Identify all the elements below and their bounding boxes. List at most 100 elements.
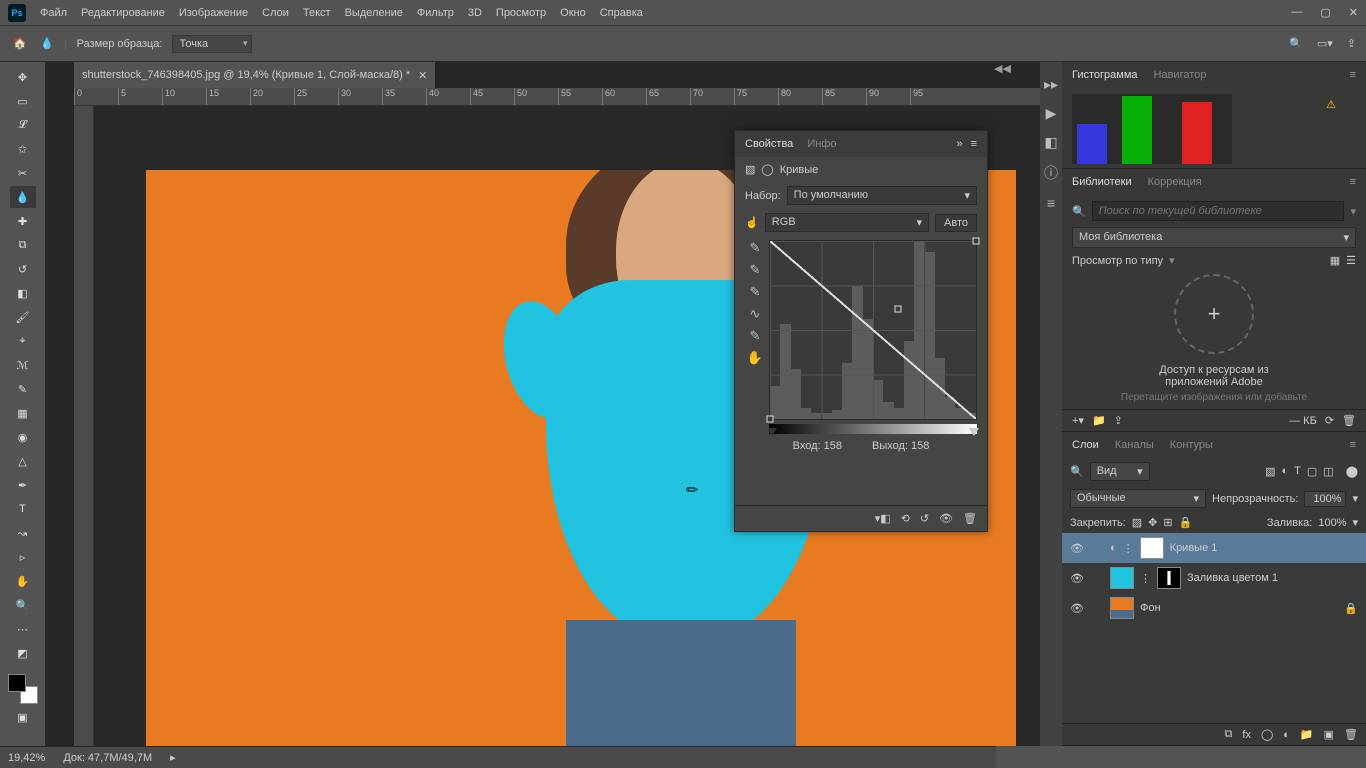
- quickmask-tool[interactable]: ◩: [10, 642, 36, 664]
- history-brush-tool[interactable]: ↺: [10, 258, 36, 280]
- eraser-tool[interactable]: ◧: [10, 282, 36, 304]
- edit-toolbar-icon[interactable]: ⋯: [10, 618, 36, 640]
- lock-pixels-icon[interactable]: ▨: [1132, 516, 1142, 529]
- tab-properties[interactable]: Свойства: [745, 138, 793, 150]
- tab-libraries[interactable]: Библиотеки: [1072, 176, 1132, 188]
- curve-pencil-icon[interactable]: ✎: [750, 328, 761, 344]
- menu-text[interactable]: Текст: [303, 7, 331, 19]
- pen-tool[interactable]: ✒: [10, 474, 36, 496]
- menu-image[interactable]: Изображение: [179, 7, 248, 19]
- collapse-panels-icon[interactable]: ◀◀: [994, 62, 1011, 75]
- lasso-tool[interactable]: 𝓛: [10, 114, 36, 136]
- panel-icon[interactable]: ▸▸: [1044, 76, 1058, 93]
- window-close-icon[interactable]: ✕: [1349, 6, 1358, 19]
- grid-view-icon[interactable]: ▦: [1330, 254, 1340, 267]
- layer-name[interactable]: Заливка цветом 1: [1187, 572, 1278, 584]
- blend-mode-select[interactable]: Обычные▾: [1070, 489, 1206, 508]
- marquee-tool[interactable]: ▭: [10, 90, 36, 112]
- text-tool[interactable]: T: [10, 498, 36, 520]
- eyedropper-icon[interactable]: 💧: [40, 37, 54, 50]
- panel-menu-icon[interactable]: ≡: [971, 138, 977, 150]
- sampler-gray-icon[interactable]: ✎: [750, 262, 761, 278]
- black-point-slider[interactable]: [767, 428, 777, 436]
- filter-pixel-icon[interactable]: ▧: [1265, 465, 1275, 478]
- trash-icon[interactable]: 🗑: [1342, 414, 1356, 427]
- sample-size-select[interactable]: Точка: [172, 35, 252, 53]
- trash-icon[interactable]: 🗑: [1344, 728, 1358, 741]
- filter-toggle-icon[interactable]: ⬤: [1346, 465, 1358, 478]
- screenmode-tool[interactable]: ▣: [10, 706, 36, 728]
- menu-select[interactable]: Выделение: [345, 7, 403, 19]
- preset-select[interactable]: По умолчанию▾: [787, 186, 977, 205]
- search-icon[interactable]: 🔍: [1289, 37, 1303, 50]
- panel-icon[interactable]: ▶: [1046, 105, 1057, 122]
- histogram-warning-icon[interactable]: ⚠: [1326, 98, 1336, 111]
- sampler-black-icon[interactable]: ✎: [750, 240, 761, 256]
- filter-smart-icon[interactable]: ◫: [1323, 465, 1333, 478]
- tab-paths[interactable]: Контуры: [1170, 439, 1213, 451]
- tab-close-icon[interactable]: ✕: [418, 69, 427, 82]
- layer-row[interactable]: 👁 Фон 🔒: [1062, 593, 1366, 623]
- filter-icon[interactable]: 🔍: [1070, 465, 1084, 478]
- library-select[interactable]: Моя библиотека▾: [1072, 227, 1356, 248]
- library-search-input[interactable]: [1092, 201, 1345, 221]
- lock-position-icon[interactable]: ✥: [1148, 516, 1157, 529]
- clone-tool[interactable]: ⌖: [10, 330, 36, 352]
- panel-icon[interactable]: ≡: [1047, 195, 1055, 211]
- chevron-down-icon[interactable]: ▾: [1350, 205, 1356, 218]
- direct-select-tool[interactable]: ▹: [10, 546, 36, 568]
- path-tool[interactable]: ↝: [10, 522, 36, 544]
- stamp-tool[interactable]: ⧉: [10, 234, 36, 256]
- menu-layers[interactable]: Слои: [262, 7, 289, 19]
- lock-artboard-icon[interactable]: ⊞: [1163, 516, 1172, 529]
- tab-histogram[interactable]: Гистограмма: [1072, 69, 1138, 81]
- channel-select[interactable]: RGB▾: [765, 213, 929, 232]
- view-by-type-label[interactable]: Просмотр по типу: [1072, 255, 1163, 267]
- list-view-icon[interactable]: ☰: [1346, 254, 1356, 267]
- move-tool[interactable]: ✥: [10, 66, 36, 88]
- trash-icon[interactable]: 🗑: [963, 512, 977, 525]
- menu-edit[interactable]: Редактирование: [81, 7, 165, 19]
- workspace-icon[interactable]: ▭▾: [1317, 37, 1333, 50]
- status-chevron-icon[interactable]: ▸: [170, 751, 176, 764]
- visibility-icon[interactable]: 👁: [939, 512, 953, 525]
- gradient-tool[interactable]: ▦: [10, 402, 36, 424]
- panel-menu-icon[interactable]: ≡: [1350, 439, 1356, 451]
- folder-icon[interactable]: 📁: [1092, 414, 1106, 427]
- upload-icon[interactable]: ⇪: [1114, 414, 1123, 427]
- tab-channels[interactable]: Каналы: [1115, 439, 1154, 451]
- menu-window[interactable]: Окно: [560, 7, 586, 19]
- mask-thumbnail[interactable]: [1157, 567, 1181, 589]
- add-icon[interactable]: +▾: [1072, 414, 1084, 427]
- tab-adjustments[interactable]: Коррекция: [1148, 176, 1202, 188]
- mask-icon[interactable]: ◯: [761, 163, 773, 176]
- link-layers-icon[interactable]: ⧉: [1225, 728, 1233, 741]
- layer-row[interactable]: 👁 ⋮ Заливка цветом 1: [1062, 563, 1366, 593]
- panel-menu-icon[interactable]: ≡: [1350, 69, 1356, 81]
- layer-thumbnail[interactable]: [1110, 597, 1134, 619]
- mask-thumbnail[interactable]: [1140, 537, 1164, 559]
- window-minimize-icon[interactable]: —: [1291, 6, 1302, 19]
- fx-icon[interactable]: fx: [1242, 729, 1251, 741]
- curves-input-gradient[interactable]: [769, 424, 977, 434]
- sampler-white-icon[interactable]: ✎: [750, 284, 761, 300]
- target-adjust-icon[interactable]: ☝: [745, 216, 759, 229]
- blur-tool[interactable]: ◉: [10, 426, 36, 448]
- hand-tool[interactable]: ✋: [10, 570, 36, 592]
- foreground-color[interactable]: [8, 674, 26, 692]
- mask-icon[interactable]: ◯: [1261, 728, 1273, 741]
- previous-state-icon[interactable]: ⟲: [901, 512, 910, 525]
- fill-thumbnail[interactable]: [1110, 567, 1134, 589]
- layer-filter-select[interactable]: Вид▾: [1090, 462, 1150, 481]
- menu-view[interactable]: Просмотр: [496, 7, 546, 19]
- collapse-icon[interactable]: »: [956, 138, 962, 150]
- curve-hand-icon[interactable]: ✋: [747, 350, 763, 366]
- opacity-field[interactable]: 100%: [1304, 491, 1346, 507]
- chevron-down-icon[interactable]: ▾: [1169, 254, 1175, 267]
- sync-icon[interactable]: ⟳: [1325, 414, 1334, 427]
- magic-wand-tool[interactable]: ✩: [10, 138, 36, 160]
- tab-layers[interactable]: Слои: [1072, 439, 1099, 451]
- curve-smooth-icon[interactable]: ∿: [750, 306, 761, 322]
- menu-3d[interactable]: 3D: [468, 7, 482, 19]
- visibility-icon[interactable]: 👁: [1070, 542, 1084, 555]
